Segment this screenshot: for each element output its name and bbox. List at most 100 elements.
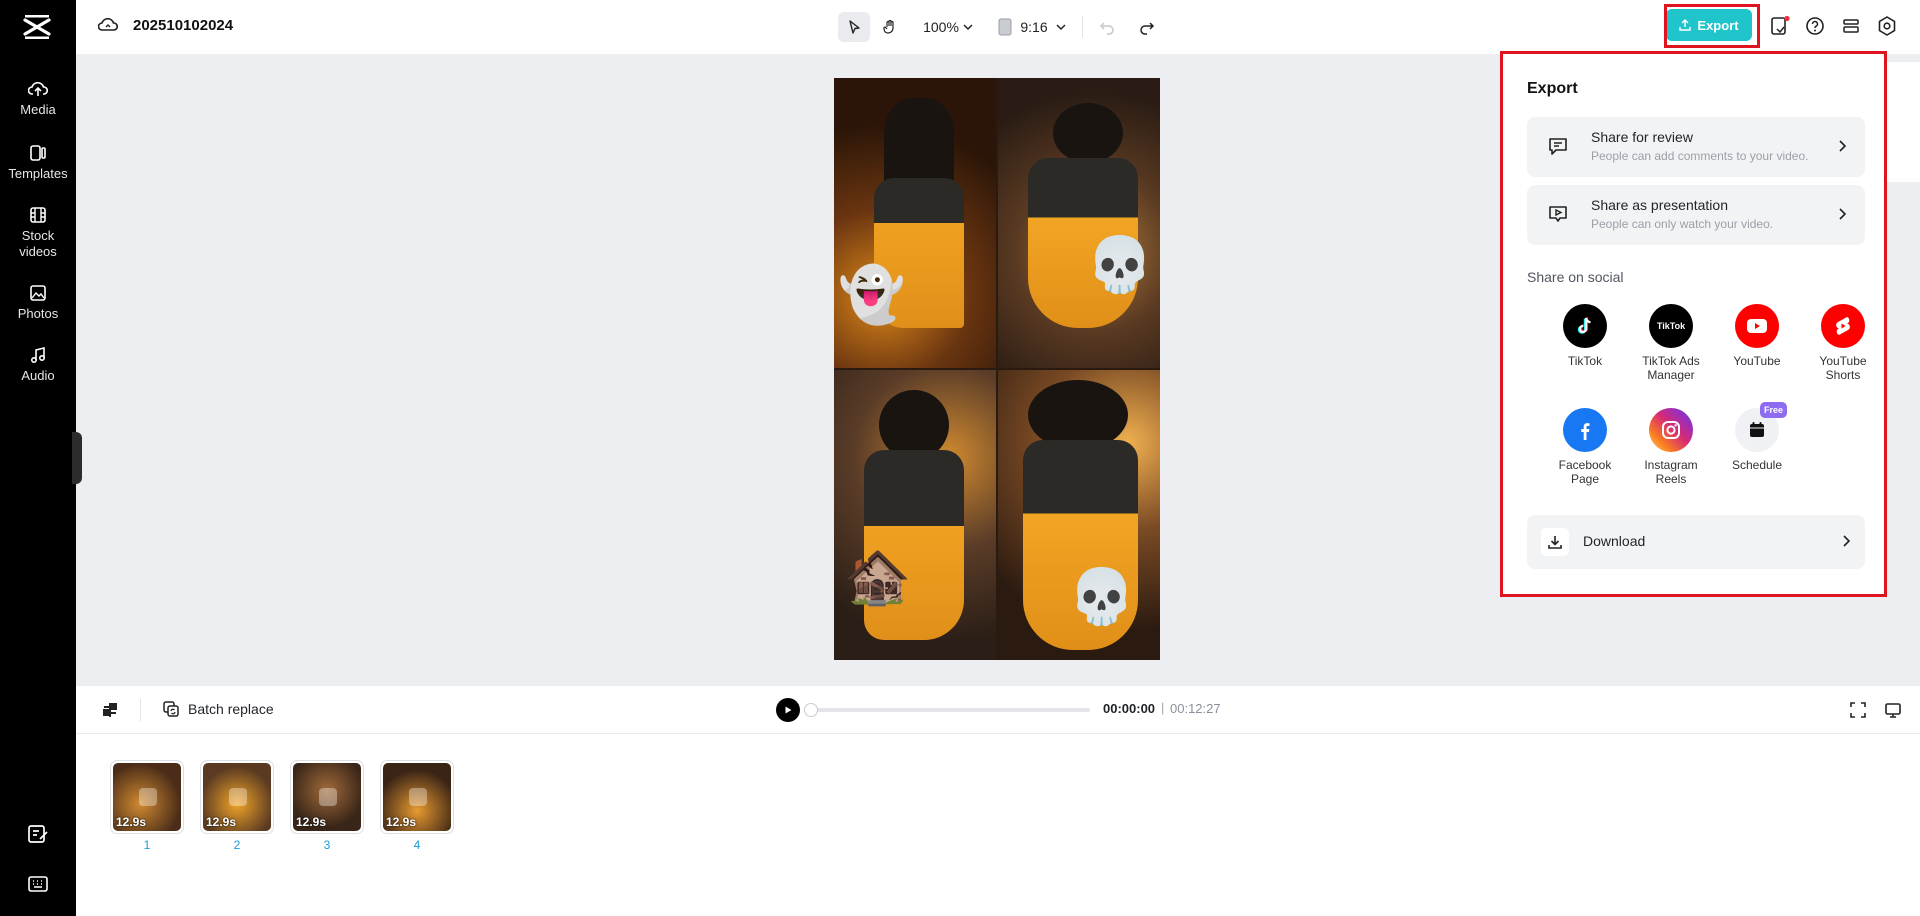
export-button-highlight [1664, 4, 1760, 48]
current-time: 00:00:00 [1103, 701, 1156, 716]
hand-tool-button[interactable] [876, 12, 904, 42]
select-tool-button[interactable] [838, 12, 870, 42]
play-button[interactable] [776, 698, 800, 722]
social-label: Facebook Page [1558, 458, 1612, 486]
clip-number: 4 [413, 838, 421, 852]
share-as-presentation-button[interactable]: Share as presentation People can only wa… [1527, 185, 1865, 245]
presentation-play-icon [1549, 206, 1567, 222]
chevron-down-icon [1056, 24, 1066, 31]
export-panel: Export Share for review People can add c… [1500, 51, 1887, 597]
chevron-down-icon [963, 24, 973, 31]
youtube-shorts-icon [1821, 304, 1865, 348]
player-divider [140, 699, 141, 721]
social-facebook-page-button[interactable]: Facebook Page [1542, 408, 1628, 486]
skull-sticker-icon: 💀 [1068, 567, 1136, 627]
share-as-presentation-title: Share as presentation [1591, 197, 1728, 213]
top-bar: 202510102024 100% 9:16 Export [76, 0, 1920, 54]
social-youtube-button[interactable]: YouTube [1714, 304, 1800, 368]
timeline-clip-4[interactable]: 12.9s [380, 760, 454, 834]
phone-frame-icon [998, 18, 1012, 36]
image-icon [30, 285, 46, 301]
zoom-value: 100% [923, 19, 959, 35]
keyboard-icon[interactable] [26, 872, 50, 896]
collage-tile-1: 👻 [834, 78, 996, 368]
rail-item-stock-videos[interactable]: Stock videos [0, 206, 76, 260]
music-note-icon [30, 346, 46, 364]
replace-clip-icon [319, 788, 337, 806]
export-panel-title: Export [1527, 80, 1578, 97]
playback-progress-track[interactable] [810, 708, 1090, 712]
rail-item-photos[interactable]: Photos [0, 284, 76, 321]
replace-clip-icon [409, 788, 427, 806]
clip-duration: 12.9s [386, 815, 417, 829]
timeline-clip-1[interactable]: 12.9s [110, 760, 184, 834]
clip-duration: 12.9s [296, 815, 327, 829]
batch-replace-icon [163, 701, 179, 717]
social-label: TikTok Ads Manager [1642, 354, 1700, 382]
video-canvas[interactable]: 👻 💀 🏚️ 💀 [834, 78, 1160, 660]
settings-gear-icon[interactable] [1876, 15, 1898, 37]
project-name[interactable]: 202510102024 [133, 17, 233, 34]
download-label: Download [1583, 533, 1646, 549]
help-icon[interactable] [1804, 15, 1826, 37]
undo-icon [1099, 22, 1114, 35]
social-label: Instagram Reels [1644, 458, 1698, 486]
left-rail: Media Templates Stock videos Photos Audi… [0, 0, 76, 916]
redo-button[interactable] [1134, 12, 1160, 42]
cloud-sync-icon[interactable] [98, 16, 118, 34]
ratio-value: 9:16 [1020, 19, 1048, 35]
share-as-presentation-subtitle: People can only watch your video. [1591, 217, 1774, 231]
clip-number: 1 [143, 838, 151, 852]
chevron-right-icon [1839, 208, 1847, 220]
rail-item-templates[interactable]: Templates [0, 144, 76, 181]
comment-icon [1549, 138, 1567, 155]
rail-item-label: Templates [8, 166, 68, 181]
social-youtube-shorts-button[interactable]: YouTube Shorts [1800, 304, 1886, 382]
replace-clip-icon [229, 788, 247, 806]
facebook-icon [1563, 408, 1607, 452]
notes-edit-icon[interactable] [26, 822, 50, 846]
timeline-clip-3[interactable]: 12.9s [290, 760, 364, 834]
clip-number: 2 [233, 838, 241, 852]
download-button[interactable]: Download [1527, 515, 1865, 569]
film-icon [30, 207, 46, 223]
redo-icon [1140, 22, 1155, 35]
youtube-icon [1735, 304, 1779, 348]
scene-layout-icon[interactable] [100, 700, 120, 720]
batch-replace-button[interactable]: Batch replace [162, 700, 274, 718]
social-label: Schedule [1731, 458, 1783, 472]
social-tiktok-ads-manager-button[interactable]: TikTok TikTok Ads Manager [1628, 304, 1714, 382]
preview-monitor-icon[interactable] [1884, 701, 1902, 719]
tiktok-ads-icon-text: TikTok [1656, 321, 1686, 331]
layers-icon[interactable] [1840, 15, 1862, 37]
rail-item-label: Media [20, 102, 56, 117]
share-for-review-button[interactable]: Share for review People can add comments… [1527, 117, 1865, 177]
social-label: YouTube Shorts [1819, 354, 1867, 382]
device-preview-icon[interactable] [1769, 15, 1791, 37]
collage-tile-4: 💀 [998, 370, 1160, 660]
player-bar: Batch replace 00:00:00 | 00:12:27 [76, 686, 1920, 734]
collage-tile-3: 🏚️ [834, 370, 996, 660]
rail-item-label: Stock videos [19, 228, 57, 259]
rail-item-media[interactable]: Media [0, 80, 76, 117]
social-schedule-button[interactable]: Free Schedule [1714, 402, 1800, 472]
capcut-logo-icon[interactable] [22, 14, 52, 40]
social-instagram-reels-button[interactable]: Instagram Reels [1628, 408, 1714, 486]
fullscreen-icon[interactable] [1849, 701, 1867, 719]
undo-button[interactable] [1094, 12, 1120, 42]
timeline: 12.9s 1 12.9s 2 12.9s 3 12.9s 4 [76, 734, 1920, 916]
aspect-ratio-dropdown[interactable]: 9:16 [998, 12, 1066, 42]
hand-icon [883, 19, 894, 34]
zoom-dropdown[interactable]: 100% [920, 12, 976, 42]
calendar-icon: Free [1735, 402, 1787, 452]
panel-collapse-handle[interactable] [72, 432, 82, 484]
download-icon [1541, 528, 1569, 556]
total-time: 00:12:27 [1170, 701, 1221, 716]
social-tiktok-button[interactable]: TikTok [1542, 304, 1628, 368]
timeline-clip-2[interactable]: 12.9s [200, 760, 274, 834]
free-badge: Free [1759, 402, 1787, 418]
replace-clip-icon [139, 788, 157, 806]
tiktok-icon [1563, 304, 1607, 348]
rail-item-audio[interactable]: Audio [0, 346, 76, 383]
playback-scrubber-handle[interactable] [804, 703, 818, 717]
